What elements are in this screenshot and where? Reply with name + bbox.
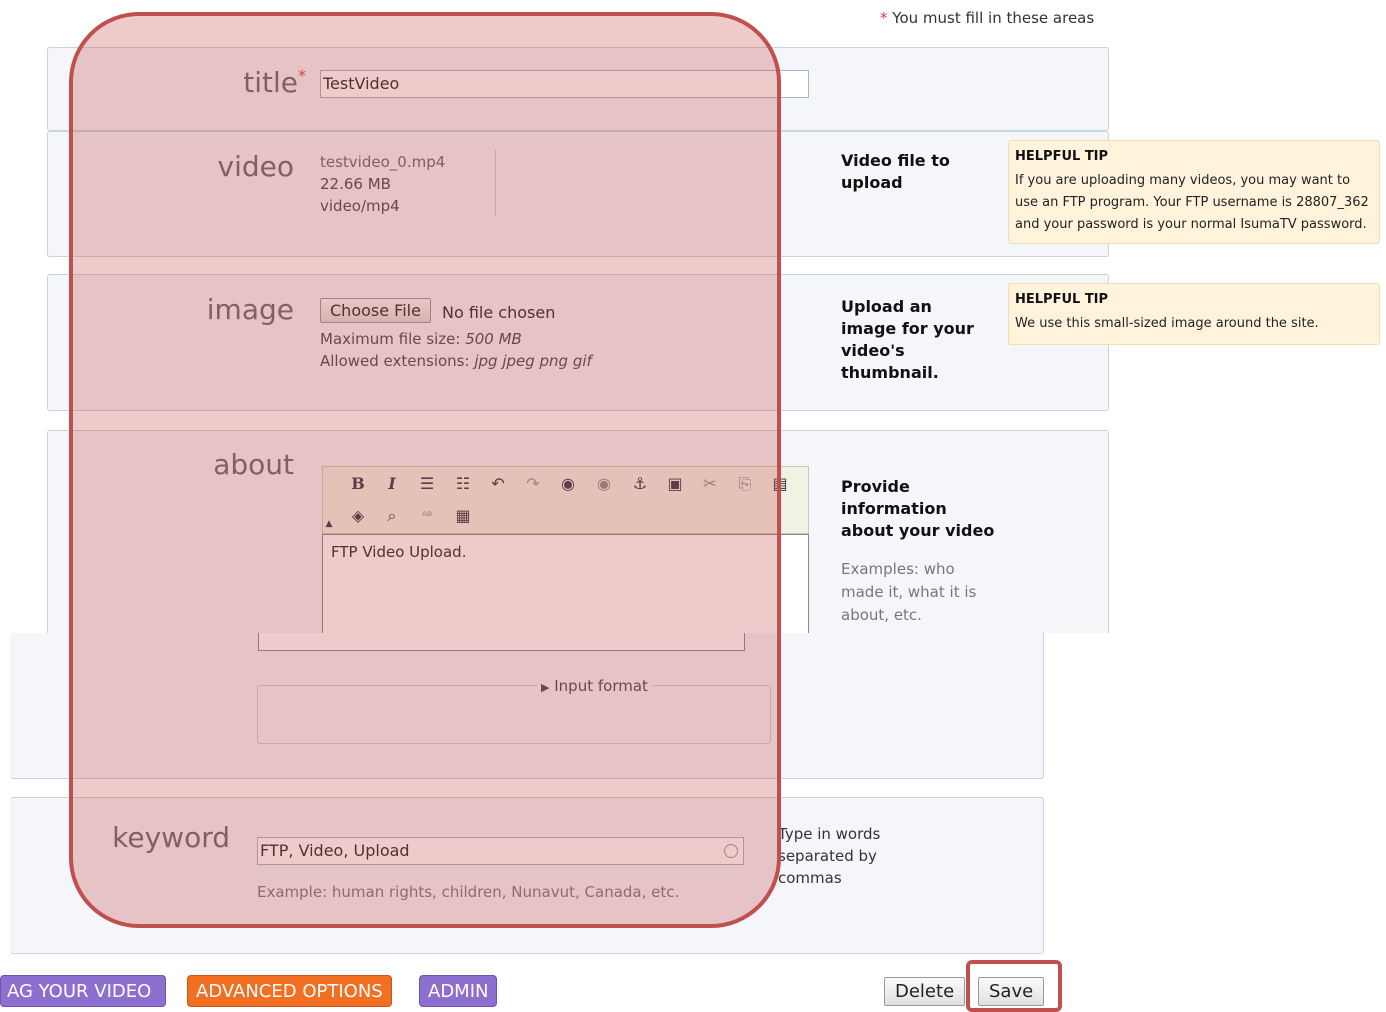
- title-label-text: title: [243, 66, 298, 99]
- table-icon[interactable]: ▦: [452, 505, 474, 527]
- video-tip-title: HELPFUL TIP: [1015, 149, 1109, 164]
- max-size-label: Maximum file size:: [320, 330, 461, 348]
- video-description: Video file to upload: [841, 151, 950, 192]
- keyword-description: Type in words separated by commas: [778, 825, 881, 887]
- editor-toolbar: B I ☰ ☷ ↶ ↷ ◉ ◉ ⚓ ▣ ✂ ⎘ ▤ ▲ ◈ ⌕ ᴬᴮ ▦: [322, 466, 809, 534]
- image-tip-body: We use this small-sized image around the…: [1015, 316, 1319, 331]
- required-note: * You must fill in these areas: [880, 9, 1094, 27]
- extensions-label: Allowed extensions:: [320, 352, 470, 370]
- paste-icon[interactable]: ▤: [769, 473, 791, 495]
- title-label: title*: [200, 66, 306, 99]
- find-icon[interactable]: ⌕: [381, 505, 403, 527]
- copy-icon[interactable]: ⎘: [734, 473, 756, 495]
- bold-icon[interactable]: B: [347, 473, 369, 495]
- title-input[interactable]: TestVideo: [320, 70, 809, 98]
- max-size-value: 500 MB: [465, 330, 522, 348]
- required-note-text: You must fill in these areas: [892, 9, 1095, 27]
- image-constraints: Maximum file size: 500 MB Allowed extens…: [320, 328, 592, 372]
- keyword-value: FTP, Video, Upload: [260, 841, 410, 860]
- video-mime: video/mp4: [320, 197, 400, 215]
- keyword-example: Example: human rights, children, Nunavut…: [257, 883, 680, 901]
- no-file-chosen: No file chosen: [442, 303, 556, 322]
- anchor-icon[interactable]: ⚓: [629, 473, 651, 495]
- unlink-icon[interactable]: ◉: [593, 473, 615, 495]
- extensions-value: jpg jpeg png gif: [474, 352, 592, 370]
- required-star: *: [880, 9, 888, 27]
- image-label: image: [206, 293, 294, 326]
- link-icon[interactable]: ◉: [557, 473, 579, 495]
- editor-bottom-edge: [258, 633, 745, 651]
- undo-icon[interactable]: ↶: [487, 473, 509, 495]
- video-tip-body: If you are uploading many videos, you ma…: [1015, 173, 1369, 232]
- delete-button[interactable]: Delete: [884, 977, 966, 1006]
- cut-icon[interactable]: ✂: [699, 473, 721, 495]
- spellcheck-icon[interactable]: ᴬᴮ: [416, 505, 438, 527]
- video-helpful-tip: HELPFUL TIP If you are uploading many vi…: [1008, 140, 1380, 244]
- video-divider: [495, 150, 496, 216]
- media-icon[interactable]: ◈: [347, 505, 369, 527]
- max-file-size: Maximum file size: 500 MB: [320, 328, 592, 350]
- keyword-label: keyword: [112, 821, 230, 854]
- save-button[interactable]: Save: [978, 977, 1045, 1006]
- about-examples: Examples: who made it, what it is about,…: [841, 560, 977, 624]
- expand-arrow-icon: ▶: [541, 681, 550, 694]
- about-label: about: [213, 448, 294, 481]
- about-description: Provide information about your video: [841, 477, 995, 540]
- input-format-toggle[interactable]: ▶ Input format: [537, 677, 652, 695]
- redo-icon[interactable]: ↷: [522, 473, 544, 495]
- tag-your-video-button[interactable]: AG YOUR VIDEO: [0, 975, 166, 1007]
- image-helpful-tip: HELPFUL TIP We use this small-sized imag…: [1008, 283, 1380, 345]
- video-size: 22.66 MB: [320, 175, 391, 193]
- admin-button[interactable]: ADMIN: [419, 975, 498, 1007]
- keyword-input[interactable]: FTP, Video, Upload: [257, 837, 744, 865]
- autocomplete-circle-icon: [724, 844, 738, 858]
- image-description: Upload an image for your video's thumbna…: [841, 297, 974, 382]
- image-icon[interactable]: ▣: [664, 473, 686, 495]
- allowed-extensions: Allowed extensions: jpg jpeg png gif: [320, 350, 592, 372]
- choose-file-button[interactable]: Choose File: [320, 298, 431, 323]
- numbered-list-icon[interactable]: ☷: [452, 473, 474, 495]
- advanced-options-button[interactable]: ADVANCED OPTIONS: [187, 975, 392, 1007]
- title-required-star: *: [298, 66, 306, 85]
- video-filename: testvideo_0.mp4: [320, 153, 446, 171]
- input-format-fieldset: [257, 685, 771, 744]
- image-tip-title: HELPFUL TIP: [1015, 292, 1109, 307]
- bullet-list-icon[interactable]: ☰: [416, 473, 438, 495]
- video-label: video: [217, 150, 294, 183]
- collapse-toolbar-icon[interactable]: ▲: [324, 517, 334, 531]
- italic-icon[interactable]: I: [381, 473, 403, 495]
- video-file-info: testvideo_0.mp4 22.66 MB video/mp4: [320, 151, 445, 217]
- input-format-label: Input format: [554, 677, 648, 695]
- about-editor[interactable]: FTP Video Upload.: [322, 534, 809, 633]
